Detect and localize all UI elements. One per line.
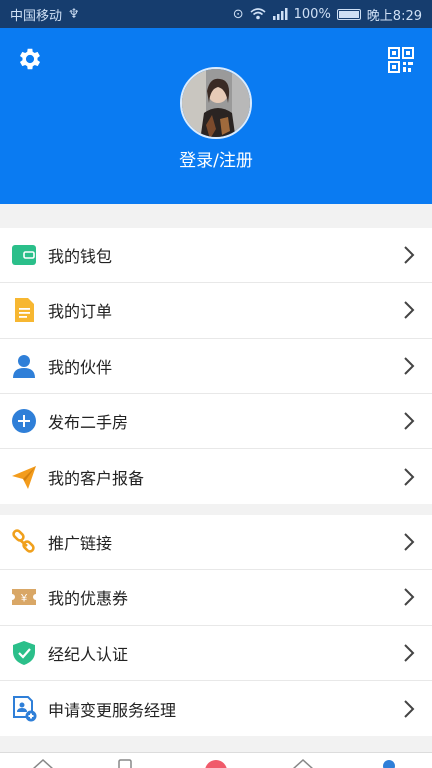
menu-item-customer-report[interactable]: 我的客户报备 <box>0 449 432 504</box>
person-icon <box>13 354 35 378</box>
menu-item-coupons[interactable]: ¥ 我的优惠券 <box>0 570 432 626</box>
link-icon <box>12 529 35 553</box>
chevron-right-icon <box>404 412 415 430</box>
chevron-right-icon <box>404 301 415 320</box>
carrier-label: 中国移动 <box>10 8 63 24</box>
shield-check-icon <box>13 640 35 665</box>
paper-plane-icon <box>12 465 36 489</box>
chevron-right-icon <box>404 699 415 718</box>
menu-item-partners[interactable]: 我的伙伴 <box>0 339 432 394</box>
clock: 晚上8:29 <box>366 8 422 24</box>
menu-item-wallet[interactable]: 我的钱包 <box>0 228 432 284</box>
coupon-icon: ¥ <box>12 589 36 606</box>
usb-icon: ♆ <box>68 6 80 22</box>
battery-icon <box>336 8 361 20</box>
listing-tab-icon[interactable] <box>113 757 137 768</box>
settings-gear-icon[interactable] <box>16 45 44 73</box>
menu-label: 推广链接 <box>48 534 113 554</box>
status-left: 中国移动 ♆ <box>10 5 80 24</box>
battery-percent: 100% <box>293 6 331 22</box>
menu-label: 发布二手房 <box>48 413 129 433</box>
menu-item-promotion-link[interactable]: 推广链接 <box>0 515 432 571</box>
profile-tab-icon[interactable] <box>377 757 401 768</box>
status-bar: 中国移动 ♆ ⊙ 100% 晚上8:29 <box>0 0 432 28</box>
chevron-right-icon <box>404 246 415 264</box>
chevron-right-icon <box>404 533 415 551</box>
menu-item-orders[interactable]: 我的订单 <box>0 283 432 339</box>
chevron-right-icon <box>404 644 415 662</box>
message-tab-icon[interactable] <box>291 757 315 768</box>
menu-label: 申请变更服务经理 <box>48 700 177 720</box>
menu-group-primary: 我的钱包 我的订单 我的伙伴 发布二手房 我的客户报备 <box>0 228 432 505</box>
menu-item-change-service-manager[interactable]: 申请变更服务经理 <box>0 681 432 736</box>
bottom-tab-bar <box>0 752 432 768</box>
menu-label: 我的客户报备 <box>48 468 145 488</box>
home-tab-icon[interactable] <box>31 757 55 768</box>
location-icon: ⊙ <box>232 6 244 22</box>
menu-label: 经纪人认证 <box>48 644 129 664</box>
order-document-icon <box>15 298 34 323</box>
plus-circle-icon <box>12 409 36 434</box>
avatar[interactable] <box>180 67 252 139</box>
avatar-photo <box>182 69 250 137</box>
login-register-link[interactable]: 登录/注册 <box>0 146 432 171</box>
chevron-right-icon <box>404 357 415 375</box>
menu-group-secondary: 推广链接 ¥ 我的优惠券 经纪人认证 申请变更服务经理 <box>0 515 432 737</box>
menu-item-publish-secondhand-house[interactable]: 发布二手房 <box>0 394 432 450</box>
menu-label: 我的优惠券 <box>48 589 129 609</box>
chevron-right-icon <box>404 468 415 486</box>
menu-label: 我的钱包 <box>48 247 113 267</box>
profile-header: 登录/注册 <box>0 28 432 204</box>
wallet-icon <box>12 245 36 266</box>
qr-code-icon[interactable] <box>388 47 414 73</box>
chevron-right-icon <box>404 588 415 607</box>
center-tab-icon[interactable] <box>204 757 228 768</box>
signal-icon <box>272 8 288 20</box>
menu-item-agent-certification[interactable]: 经纪人认证 <box>0 626 432 681</box>
wifi-icon <box>250 8 266 20</box>
menu-label: 我的订单 <box>48 302 113 322</box>
coupon-symbol: ¥ <box>20 593 28 605</box>
menu-label: 我的伙伴 <box>48 357 113 377</box>
status-right: ⊙ 100% 晚上8:29 <box>233 5 422 24</box>
id-card-icon <box>13 695 37 722</box>
